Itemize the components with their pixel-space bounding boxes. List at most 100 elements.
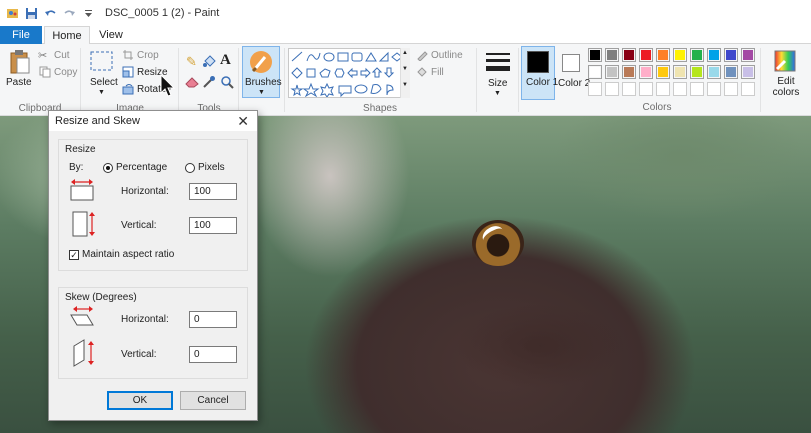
ribbon-separator [760, 48, 761, 112]
shapes-scroll[interactable]: ▲ ▼ ▼ [400, 48, 410, 98]
tab-view[interactable]: View [92, 26, 130, 44]
cut-button[interactable]: ✂ Cut [38, 49, 78, 63]
edit-colors-button[interactable]: Edit colors [762, 46, 808, 100]
brush-icon [250, 51, 272, 73]
palette-swatch[interactable] [724, 65, 738, 79]
color1-swatch [527, 51, 549, 73]
cancel-button[interactable]: Cancel [180, 391, 246, 410]
tab-file[interactable]: File [0, 26, 42, 44]
shapes-gallery[interactable] [288, 48, 410, 98]
color1-button[interactable]: Color 1 [521, 46, 558, 100]
resize-section: Resize By: Percentage Pixels Horizontal:… [58, 139, 248, 271]
custom-color-slot[interactable] [588, 82, 602, 96]
chevron-down-icon: ▼ [494, 90, 501, 97]
custom-color-slot[interactable] [605, 82, 619, 96]
dialog-title: Resize and Skew [55, 115, 140, 127]
close-icon[interactable]: ✕ [237, 113, 249, 130]
palette-swatch-color [692, 67, 702, 77]
palette-swatch-color [658, 50, 668, 60]
eraser-icon[interactable] [185, 76, 199, 88]
scroll-up-icon: ▲ [402, 50, 408, 56]
quick-access-toolbar [0, 7, 95, 20]
copy-button[interactable]: Copy [38, 66, 78, 80]
select-rect-icon [90, 51, 113, 71]
size-label: Size [488, 78, 508, 89]
ribbon: Paste ✂ Cut Copy Clipboard Select ▼ Crop… [0, 44, 811, 116]
size-button[interactable]: Size ▼ [480, 46, 516, 98]
fill-button[interactable]: Fill [416, 66, 474, 80]
custom-color-slot[interactable] [741, 82, 755, 96]
palette-swatch[interactable] [588, 48, 602, 62]
palette-swatch-color [692, 50, 702, 60]
palette-swatch[interactable] [656, 48, 670, 62]
crop-button[interactable]: Crop [122, 49, 174, 63]
rotate-icon [122, 84, 134, 95]
color-picker-icon[interactable] [202, 75, 216, 89]
customize-qa-icon[interactable] [82, 7, 95, 20]
skew-horizontal-input[interactable]: 0 [189, 311, 237, 328]
custom-color-slot[interactable] [656, 82, 670, 96]
palette-swatch[interactable] [741, 48, 755, 62]
palette-swatch[interactable] [707, 48, 721, 62]
palette-swatch[interactable] [622, 48, 636, 62]
palette-swatch[interactable] [622, 65, 636, 79]
resize-section-title: Resize [65, 144, 96, 155]
palette-swatch[interactable] [588, 65, 602, 79]
custom-color-slot[interactable] [639, 82, 653, 96]
percentage-radio[interactable] [103, 163, 113, 173]
mouse-cursor-icon [160, 74, 176, 97]
palette-swatch[interactable] [639, 48, 653, 62]
palette-swatch[interactable] [605, 48, 619, 62]
select-button[interactable]: Select ▼ [86, 47, 118, 97]
outline-icon [417, 51, 428, 61]
fill-label: Fill [431, 67, 444, 78]
palette-swatch-color [675, 50, 685, 60]
skew-vertical-input[interactable]: 0 [189, 346, 237, 363]
palette-swatch[interactable] [707, 65, 721, 79]
scissors-icon: ✂ [38, 50, 48, 62]
fill-bucket-icon[interactable] [202, 55, 216, 69]
magnifier-icon[interactable] [220, 75, 234, 89]
palette-swatch[interactable] [673, 48, 687, 62]
custom-color-slot[interactable] [690, 82, 704, 96]
pencil-icon[interactable]: ✎ [186, 54, 197, 70]
ok-button[interactable]: OK [107, 391, 173, 410]
skew-vertical-icon [73, 339, 94, 367]
palette-swatch[interactable] [673, 65, 687, 79]
edit-colors-icon [774, 50, 796, 72]
palette-swatch[interactable] [605, 65, 619, 79]
resize-horizontal-input[interactable]: 100 [189, 183, 237, 200]
palette-swatch-color [590, 67, 600, 77]
color2-button[interactable]: Color 2 [557, 46, 590, 100]
palette-swatch[interactable] [741, 65, 755, 79]
custom-color-slot[interactable] [673, 82, 687, 96]
palette-swatch-color [726, 67, 736, 77]
maintain-aspect-checkbox[interactable]: ✓ [69, 250, 79, 260]
save-icon[interactable] [25, 7, 38, 20]
brushes-button[interactable]: Brushes ▼ [242, 46, 282, 98]
custom-color-slot[interactable] [707, 82, 721, 96]
fill-icon [417, 67, 427, 77]
ribbon-separator [284, 48, 285, 112]
palette-swatch[interactable] [656, 65, 670, 79]
palette-swatch[interactable] [639, 65, 653, 79]
palette-swatch-color [726, 50, 736, 60]
title-bar: DSC_0005 1 (2) - Paint [0, 0, 811, 26]
custom-color-slot[interactable] [724, 82, 738, 96]
paste-button[interactable]: Paste [4, 47, 36, 95]
palette-swatch-color [743, 67, 753, 77]
palette-swatch[interactable] [690, 65, 704, 79]
text-icon[interactable]: A [220, 52, 231, 69]
resize-vertical-input[interactable]: 100 [189, 217, 237, 234]
crop-icon [123, 50, 133, 60]
undo-icon[interactable] [44, 7, 57, 20]
redo-icon[interactable] [63, 7, 76, 20]
palette-swatch-color [641, 50, 651, 60]
palette-swatch[interactable] [690, 48, 704, 62]
custom-color-slot[interactable] [622, 82, 636, 96]
pixels-radio[interactable] [185, 163, 195, 173]
outline-button[interactable]: Outline [416, 49, 474, 63]
tab-home[interactable]: Home [44, 26, 90, 45]
palette-swatch[interactable] [724, 48, 738, 62]
crop-label: Crop [137, 50, 159, 61]
